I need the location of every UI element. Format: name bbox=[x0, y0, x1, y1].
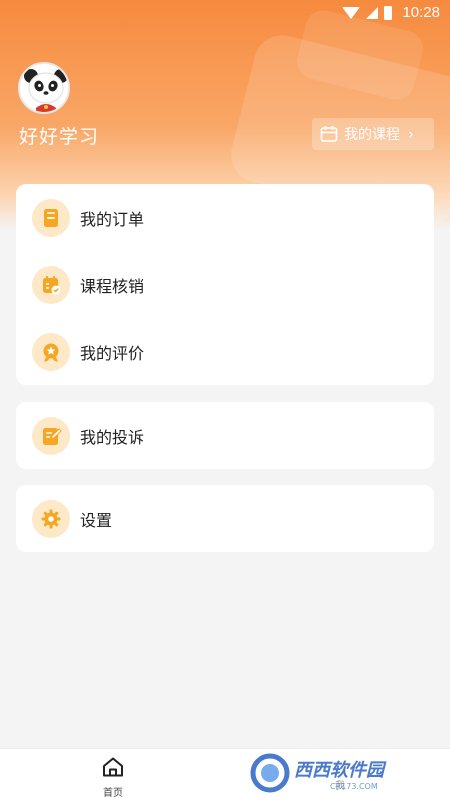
menu-card-orders: 我的订单 课程核销 我的评价 bbox=[16, 184, 434, 385]
order-icon bbox=[32, 198, 70, 237]
menu-item-my-orders[interactable]: 我的订单 bbox=[16, 184, 434, 251]
calendar-icon bbox=[320, 126, 338, 142]
menu-card-complaints: 我的投诉 bbox=[16, 402, 434, 469]
watermark-brand: 西西软件园 bbox=[294, 759, 384, 781]
watermark-logo-icon bbox=[250, 753, 290, 793]
battery-icon bbox=[384, 5, 393, 20]
complaint-icon bbox=[32, 416, 70, 455]
menu-item-label: 我的订单 bbox=[80, 209, 145, 229]
menu-item-label: 我的投诉 bbox=[80, 427, 145, 447]
nav-home[interactable]: 首页 bbox=[73, 755, 153, 799]
menu-item-label: 设置 bbox=[80, 510, 113, 530]
home-icon bbox=[103, 757, 123, 777]
my-courses-label: 我的课程 bbox=[344, 127, 400, 143]
menu-item-my-complaints[interactable]: 我的投诉 bbox=[16, 402, 434, 469]
signal-icon bbox=[366, 6, 379, 19]
username: 好好学习 bbox=[19, 126, 100, 148]
review-icon bbox=[32, 332, 70, 371]
gear-icon bbox=[32, 499, 70, 538]
wifi-icon bbox=[342, 6, 361, 19]
menu-card-settings: 设置 bbox=[16, 485, 434, 552]
watermark: 西西软件园 CR173.COM bbox=[250, 750, 432, 796]
menu-item-label: 我的评价 bbox=[80, 343, 145, 363]
menu-item-my-reviews[interactable]: 我的评价 bbox=[16, 318, 434, 385]
menu-item-settings[interactable]: 设置 bbox=[16, 485, 434, 552]
avatar[interactable] bbox=[18, 62, 70, 114]
status-time: 10:28 bbox=[402, 4, 440, 21]
my-courses-button[interactable]: 我的课程 › bbox=[312, 118, 434, 150]
watermark-domain: CR173.COM bbox=[330, 781, 378, 791]
menu-item-label: 课程核销 bbox=[80, 276, 145, 296]
chevron-right-icon: › bbox=[408, 125, 414, 143]
verify-icon bbox=[32, 265, 70, 304]
status-bar: 10:28 bbox=[0, 0, 450, 26]
menu-item-course-verify[interactable]: 课程核销 bbox=[16, 251, 434, 318]
nav-home-label: 首页 bbox=[103, 788, 123, 799]
